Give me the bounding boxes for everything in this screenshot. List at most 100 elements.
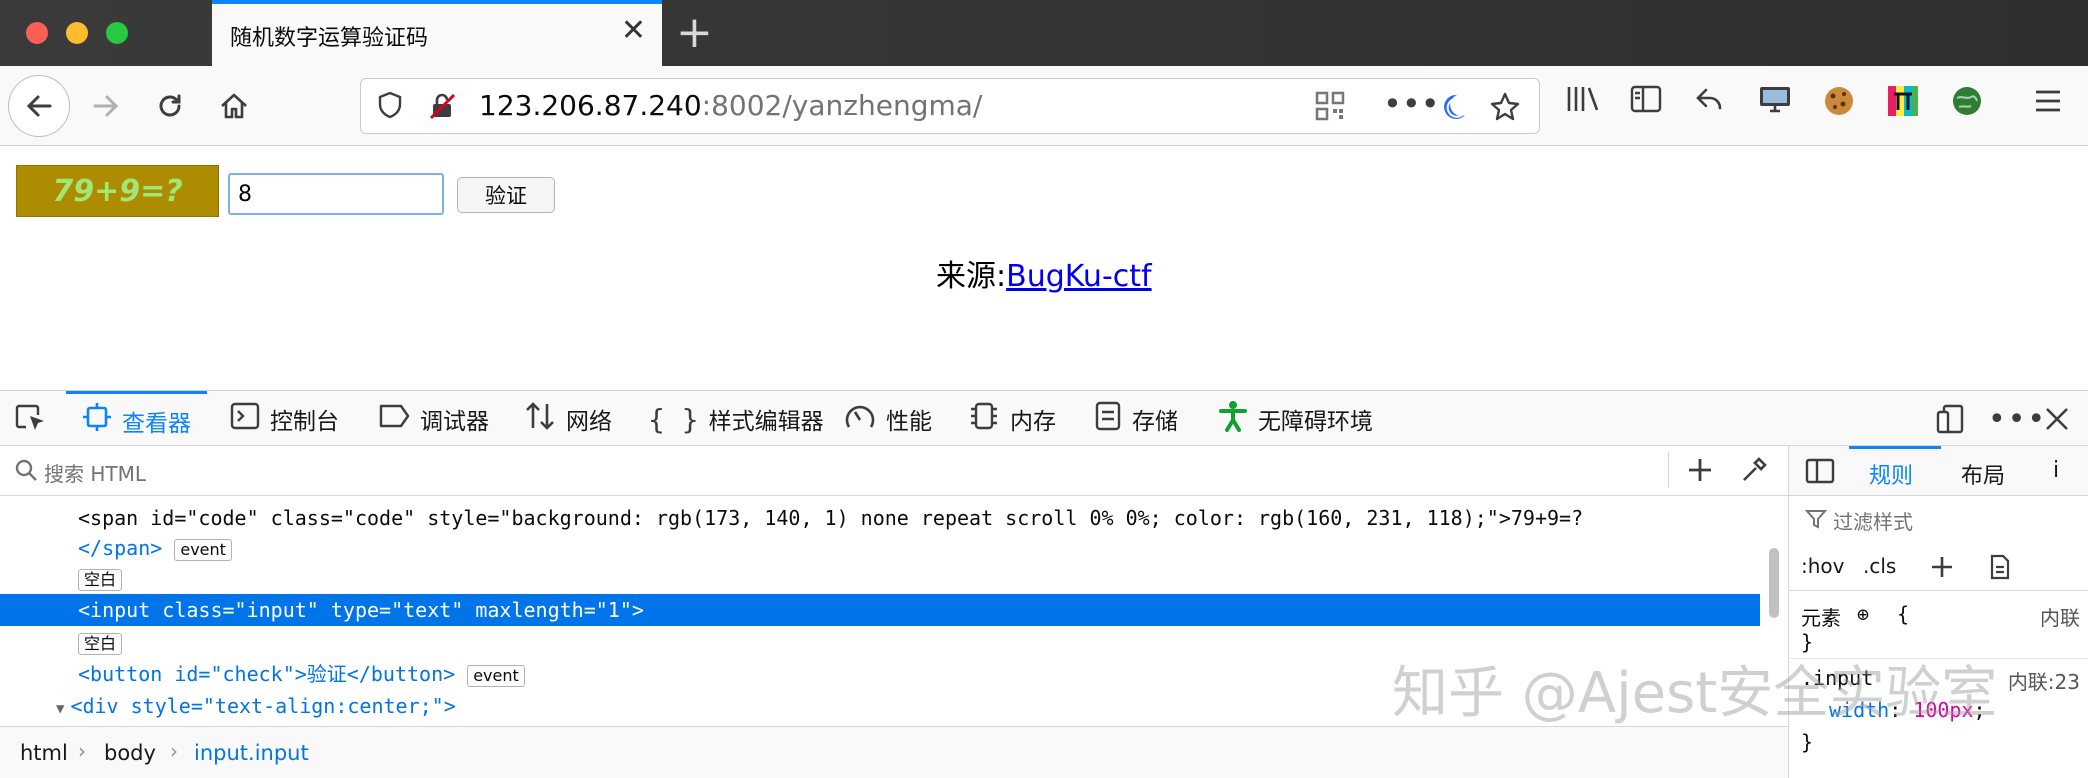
chevron-right-icon: ›	[78, 739, 86, 763]
tab-performance[interactable]: 性能	[844, 391, 932, 447]
globe-extension-icon[interactable]	[1950, 84, 1984, 126]
new-tab-button[interactable]: +	[676, 8, 713, 58]
home-button[interactable]	[204, 76, 264, 136]
search-html-placeholder[interactable]: 搜索 HTML	[44, 458, 146, 487]
tab-strip: 随机数字运算验证码 ✕ +	[0, 0, 2088, 66]
tab-accessibility[interactable]: 无障碍环境	[1218, 391, 1373, 447]
bookmark-star-icon[interactable]	[1489, 91, 1521, 130]
tab-network-label: 网络	[566, 409, 612, 435]
console-icon	[230, 401, 260, 438]
page-actions-more-icon[interactable]: •••	[1383, 85, 1440, 123]
markup-span-close-line[interactable]: </span> event	[0, 532, 1760, 564]
tab-network[interactable]: 网络	[524, 391, 612, 447]
tab-more[interactable]: i	[2053, 458, 2059, 483]
rule-selector[interactable]: .input	[1801, 666, 1873, 690]
close-window-button[interactable]	[26, 22, 48, 44]
rule-source-link[interactable]: 内联:23	[2008, 666, 2080, 695]
markup-div-line[interactable]: ▼ <div style="text-align:center;">	[0, 690, 1760, 722]
search-icon	[14, 458, 38, 486]
eyedropper-icon[interactable]	[1740, 456, 1768, 488]
pi-extension-icon[interactable]	[1886, 84, 1920, 126]
reload-button[interactable]	[140, 76, 200, 136]
insecure-connection-icon[interactable]	[427, 91, 457, 128]
rule-declaration[interactable]: width: 100px;	[1829, 698, 1986, 722]
tab-rules[interactable]: 规则	[1869, 458, 1913, 490]
filter-icon	[1804, 508, 1828, 534]
button-markup: <button id="check">验证</button>	[78, 662, 456, 686]
element-node-icon[interactable]: ⊕	[1857, 602, 1869, 626]
span-open-markup: <span id="code" class="code" style="back…	[78, 506, 1584, 530]
dock-side-button[interactable]	[1936, 391, 1966, 447]
captcha-answer-input[interactable]	[228, 173, 444, 215]
dock-side-icon	[1936, 404, 1964, 434]
tab-storage[interactable]: 存储	[1094, 391, 1178, 447]
markup-whitespace-line-2[interactable]: 空白	[0, 626, 1760, 658]
print-media-icon[interactable]	[1989, 554, 2011, 584]
url-text[interactable]: 123.206.87.240:8002/yanzhengma/	[479, 89, 982, 122]
dark-mode-moon-icon[interactable]	[1437, 91, 1469, 130]
html-search-bar[interactable]: 搜索 HTML	[0, 446, 1788, 496]
page-viewport: 79+9=? 验证 来源:BugKu-ctf	[0, 147, 2088, 390]
devtools-toolbar: 查看器 控制台 调试器 网络 { } 样式编辑器 性能 内存 存储 无障碍环境 …	[0, 390, 2088, 446]
devtools-more-options-icon[interactable]: •••	[1988, 391, 2047, 447]
toggle-sidebar-icon[interactable]	[1805, 458, 1835, 488]
qr-code-icon[interactable]	[1315, 91, 1345, 128]
breadcrumb-html[interactable]: html	[20, 741, 68, 765]
url-bar[interactable]: 123.206.87.240:8002/yanzhengma/ •••	[360, 78, 1540, 134]
tab-debugger[interactable]: 调试器	[378, 391, 489, 447]
breadcrumb-body[interactable]: body	[104, 741, 156, 765]
add-node-icon[interactable]	[1686, 456, 1714, 488]
url-path: :8002/yanzhengma/	[701, 89, 983, 122]
event-badge-2[interactable]: event	[467, 664, 525, 687]
memory-icon	[968, 401, 1000, 438]
breadcrumb: html › body › input.input	[0, 726, 1788, 778]
markup-span-open-line[interactable]: <span id="code" class="code" style="back…	[0, 502, 1760, 534]
library-icon[interactable]	[1566, 84, 1600, 122]
close-tab-icon[interactable]: ✕	[621, 16, 646, 46]
undo-share-icon[interactable]	[1694, 84, 1724, 122]
tracking-protection-shield-icon[interactable]	[377, 91, 403, 126]
close-devtools-button[interactable]	[2044, 391, 2070, 447]
hamburger-menu-icon[interactable]	[2034, 84, 2062, 122]
markup-input-line-selected[interactable]: <input class="input" type="text" maxleng…	[0, 594, 1760, 626]
tab-layout[interactable]: 布局	[1961, 458, 2005, 490]
tab-memory[interactable]: 内存	[968, 391, 1056, 447]
forward-button[interactable]	[76, 76, 136, 136]
markup-scrollbar[interactable]	[1766, 498, 1782, 668]
event-badge[interactable]: event	[174, 538, 232, 561]
rules-divider	[1789, 590, 2088, 591]
active-tab-indicator	[1849, 446, 1941, 449]
back-button[interactable]	[8, 75, 70, 137]
markup-button-line[interactable]: <button id="check">验证</button> event	[0, 658, 1760, 690]
tab-inspector[interactable]: 查看器	[66, 391, 207, 447]
accessibility-icon	[1218, 400, 1248, 439]
sidebar-toggle-icon[interactable]	[1630, 84, 1662, 122]
markup-whitespace-line[interactable]: 空白	[0, 562, 1760, 594]
browser-tab-active[interactable]: 随机数字运算验证码 ✕	[212, 0, 662, 66]
add-rule-icon[interactable]	[1929, 554, 1955, 584]
monitor-icon[interactable]	[1758, 84, 1792, 122]
sidebar-tabs: 规则 布局 i	[1789, 446, 2088, 496]
rule-value: 100px	[1913, 698, 1974, 722]
expand-triangle-icon[interactable]: ▼	[56, 701, 64, 717]
verify-button[interactable]: 验证	[457, 177, 555, 213]
navigation-toolbar: 123.206.87.240:8002/yanzhengma/ •••	[0, 66, 2088, 146]
input-markup: <input class="input" type="text" maxleng…	[78, 598, 644, 622]
tab-style-editor[interactable]: { } 样式编辑器	[648, 391, 824, 447]
breadcrumb-input[interactable]: input.input	[194, 741, 309, 765]
scrollbar-thumb[interactable]	[1769, 548, 1779, 618]
element-rule-label: 元素	[1801, 606, 1841, 630]
minimize-window-button[interactable]	[66, 22, 88, 44]
element-picker-button[interactable]	[14, 391, 48, 447]
tab-console[interactable]: 控制台	[230, 391, 339, 447]
rule-brace-close: }	[1801, 730, 1814, 754]
cls-toggle[interactable]: .cls	[1863, 554, 1896, 578]
hov-toggle[interactable]: :hov	[1801, 554, 1845, 578]
maximize-window-button[interactable]	[106, 22, 128, 44]
tab-debugger-label: 调试器	[420, 409, 489, 435]
cookie-extension-icon[interactable]	[1822, 84, 1856, 126]
source-link[interactable]: BugKu-ctf	[1006, 259, 1151, 294]
chevron-right-icon: ›	[170, 739, 178, 763]
source-line: 来源:BugKu-ctf	[936, 251, 1152, 295]
filter-styles-input[interactable]: 过滤样式	[1833, 506, 1913, 535]
